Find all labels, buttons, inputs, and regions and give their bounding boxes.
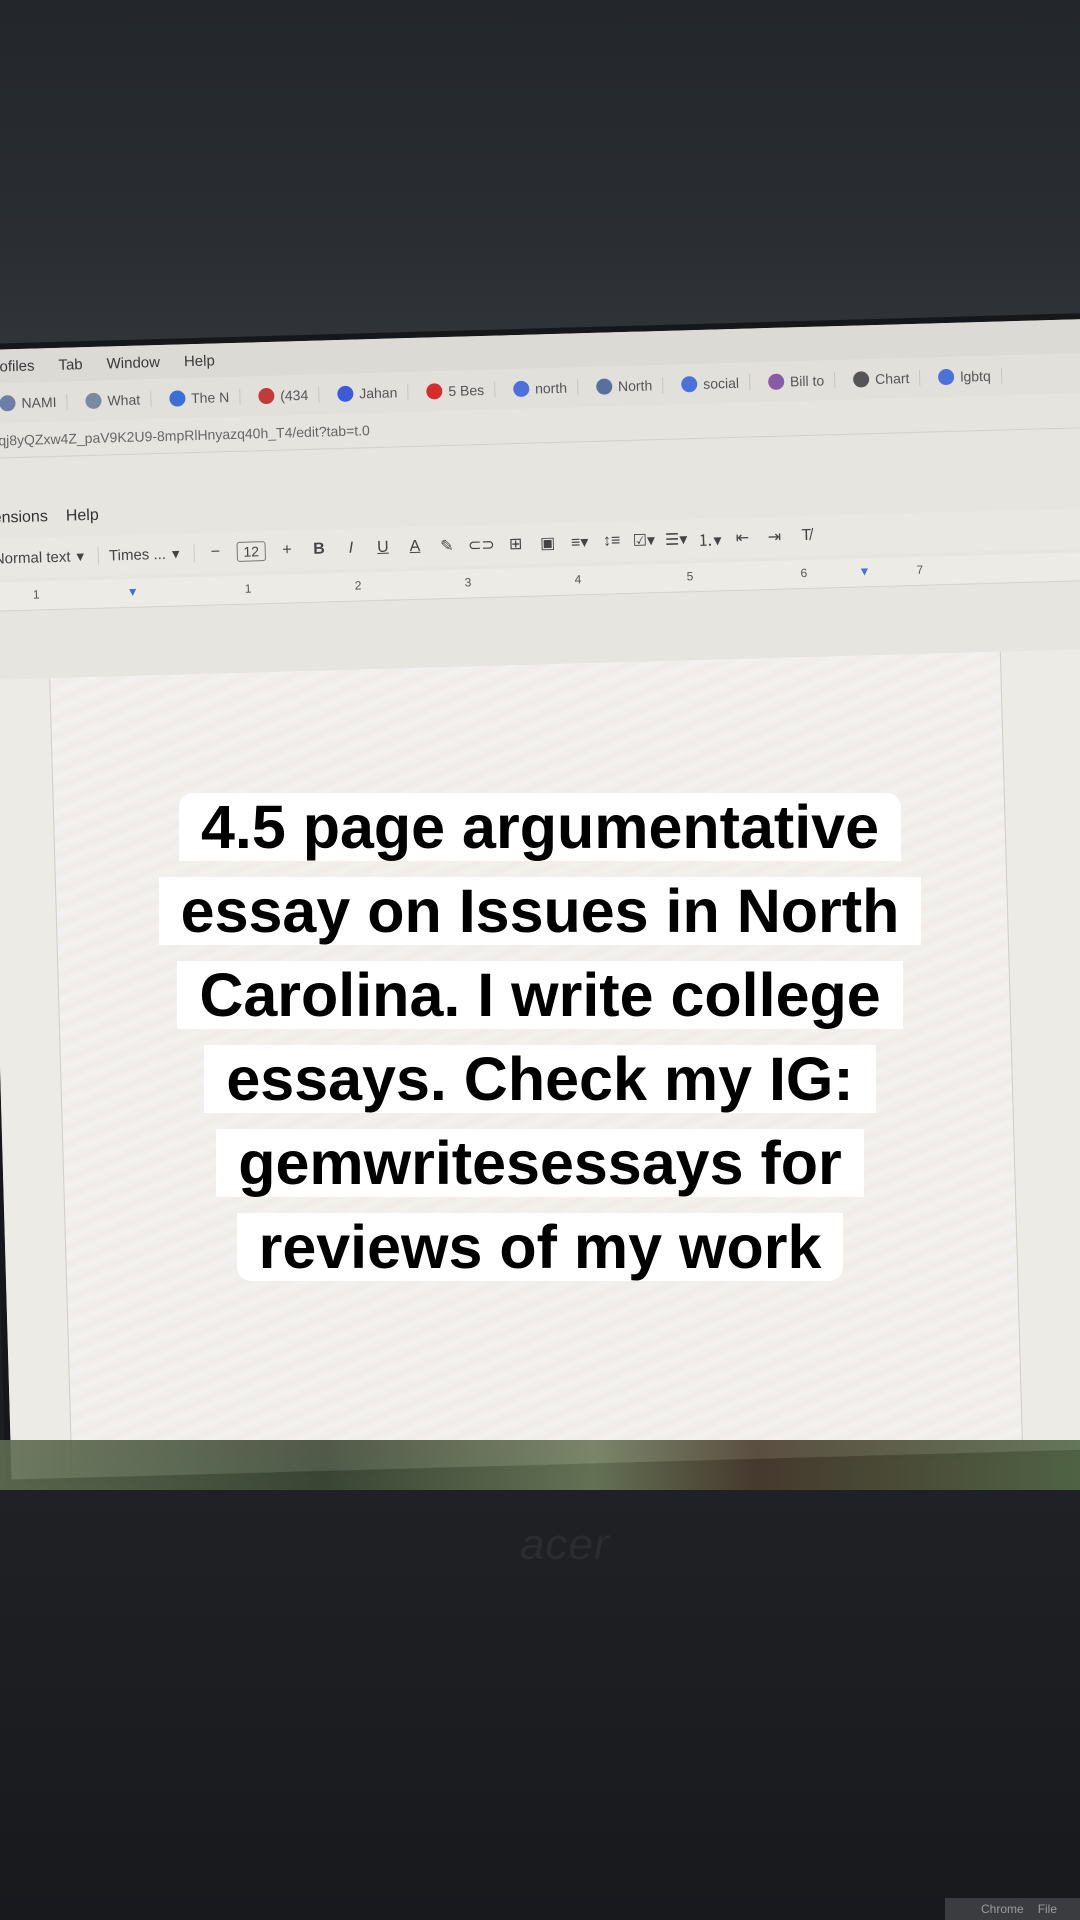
dock-item-chrome[interactable]: Chrome	[981, 1902, 1024, 1916]
line-spacing-icon[interactable]: ↕≡	[600, 532, 622, 551]
bookmark-label: The N	[190, 389, 230, 407]
chart-icon	[852, 371, 870, 388]
site-icon	[595, 378, 613, 395]
background-scenery	[0, 1440, 1080, 1495]
bookmark-item[interactable]: Jahan	[326, 384, 409, 403]
chevron-down-icon: ▾	[76, 548, 85, 566]
bookmark-label: What	[107, 391, 141, 409]
align-icon[interactable]: ≡▾	[568, 532, 591, 553]
menu-tab[interactable]: Tab	[58, 356, 83, 374]
tiktok-icon	[257, 387, 275, 405]
checklist-icon[interactable]: ☑▾	[632, 530, 655, 551]
caption-overlay: 4.5 page argumentative essay on Issues i…	[0, 785, 1080, 1289]
link-icon[interactable]: ⊂⊃	[468, 535, 495, 556]
bookmark-label: Chart	[874, 370, 910, 388]
bookmark-item[interactable]: north	[502, 379, 579, 398]
ruler-mark: 1	[32, 587, 40, 602]
caption-line: gemwritesessays for	[0, 1121, 1080, 1205]
ruler-mark: 2	[354, 578, 362, 593]
bookmark-item[interactable]: NAMI	[0, 393, 68, 412]
youtube-icon	[426, 383, 443, 400]
caption-line: reviews of my work	[0, 1205, 1080, 1289]
page-icon	[767, 373, 785, 391]
monitor-brand-logo: acer	[520, 1520, 610, 1569]
globe-icon	[0, 395, 16, 412]
menu-window[interactable]: Window	[106, 353, 160, 371]
menu-profiles[interactable]: rofiles	[0, 357, 35, 375]
docs-icon	[168, 390, 186, 407]
url-text[interactable]: 9qj8yQZxw4Z_paV9K2U9-8mpRlHnyazq40h_T4/e…	[0, 422, 370, 449]
highlight-icon[interactable]: ✎	[436, 536, 459, 557]
ruler-mark: 1	[244, 581, 252, 596]
bookmark-item[interactable]: What	[75, 391, 152, 410]
menu-docs-help[interactable]: Help	[66, 507, 99, 526]
font-select[interactable]: Times ... ▾	[108, 544, 195, 565]
dock-item-file[interactable]: File	[1038, 1902, 1057, 1916]
paragraph-style-label: Normal text	[0, 548, 71, 568]
indent-marker-icon[interactable]: ▼	[127, 585, 139, 599]
caption-line: Carolina. I write college	[0, 953, 1080, 1037]
add-comment-icon[interactable]: ⊞	[504, 534, 527, 555]
mac-dock-menubar: Chrome File	[945, 1898, 1080, 1920]
bookmark-item[interactable]: The N	[158, 388, 241, 408]
bulleted-list-icon[interactable]: ☰▾	[665, 529, 688, 550]
google-icon	[680, 375, 698, 393]
ruler-mark: 3	[464, 575, 472, 590]
right-indent-marker-icon[interactable]: ▼	[858, 564, 870, 578]
paragraph-style-select[interactable]: Normal text ▾	[0, 546, 100, 568]
chevron-down-icon: ▾	[171, 545, 180, 563]
caption-line: essays. Check my IG:	[0, 1037, 1080, 1121]
page-icon	[85, 392, 102, 410]
text-color-button[interactable]: A	[404, 538, 426, 557]
bookmark-label: North	[617, 377, 653, 395]
decrease-indent-icon[interactable]: ⇤	[731, 527, 754, 548]
bookmark-item[interactable]: 5 Bes	[416, 381, 496, 400]
caption-line: essay on Issues in North	[0, 869, 1080, 953]
bookmark-label: social	[702, 374, 740, 392]
increase-font-size-button[interactable]: +	[276, 541, 298, 560]
bookmark-item[interactable]: Chart	[842, 369, 921, 388]
numbered-list-icon[interactable]: ⒈▾	[697, 526, 722, 551]
ruler-mark: 4	[574, 572, 582, 587]
caption-line: 4.5 page argumentative	[0, 785, 1080, 869]
bookmark-label: (434	[279, 386, 309, 404]
zoom-icon	[336, 385, 354, 403]
bookmark-label: lgbtq	[960, 367, 991, 385]
bookmark-label: Bill to	[789, 372, 825, 390]
bold-button[interactable]: B	[308, 540, 330, 559]
bookmark-item[interactable]: social	[670, 374, 751, 393]
menu-help[interactable]: Help	[184, 352, 215, 370]
insert-image-icon[interactable]: ▣	[536, 533, 559, 554]
google-icon	[512, 380, 530, 398]
ruler-mark: 7	[916, 562, 924, 577]
clear-formatting-icon[interactable]: T̸	[795, 527, 817, 546]
italic-button[interactable]: I	[340, 539, 362, 558]
google-icon	[938, 368, 955, 386]
underline-button[interactable]: U	[372, 539, 394, 558]
increase-indent-icon[interactable]: ⇥	[763, 527, 786, 548]
ruler-mark: 6	[800, 565, 808, 581]
bookmark-item[interactable]: Bill to	[757, 372, 836, 391]
bookmark-item[interactable]: (434	[247, 386, 320, 405]
bookmark-label: Jahan	[358, 384, 398, 402]
font-label: Times ...	[108, 545, 167, 564]
bookmark-label: north	[534, 379, 568, 397]
bookmark-item[interactable]: lgbtq	[928, 367, 1002, 386]
bookmark-item[interactable]: North	[585, 376, 664, 396]
font-size-input[interactable]: 12	[236, 541, 267, 562]
menu-extensions[interactable]: ensions	[0, 508, 48, 528]
bookmark-label: NAMI	[21, 393, 57, 411]
bookmark-label: 5 Bes	[448, 381, 485, 399]
decrease-font-size-button[interactable]: −	[204, 543, 226, 562]
ruler-mark: 5	[686, 569, 694, 584]
